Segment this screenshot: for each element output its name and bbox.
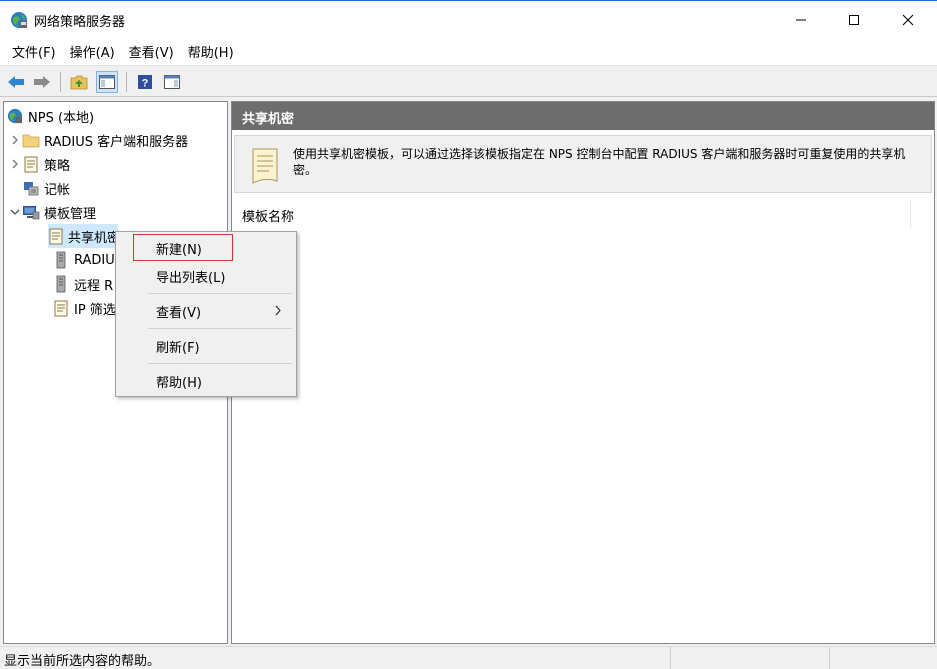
- context-menu-separator: [148, 293, 292, 294]
- chevron-down-icon[interactable]: [8, 205, 22, 219]
- tree-item-accounting[interactable]: 记帐: [22, 176, 70, 200]
- column-template-name[interactable]: 模板名称: [242, 206, 294, 225]
- description-text: 使用共享机密模板，可以通过选择该模板指定在 NPS 控制台中配置 RADIUS …: [293, 147, 906, 177]
- list-column-header[interactable]: 模板名称: [234, 198, 914, 228]
- close-button[interactable]: [885, 1, 931, 39]
- folder-up-icon: [70, 75, 88, 90]
- context-menu-separator: [148, 363, 292, 364]
- status-bar: 显示当前所选内容的帮助。: [0, 646, 937, 669]
- toolbar-separator: [126, 72, 127, 92]
- tree-item-label: NPS (本地): [28, 110, 95, 126]
- context-menu: 新建(N) 导出列表(L) 查看(V) 刷新(F) 帮助(H): [115, 231, 297, 397]
- back-arrow-icon: [8, 76, 24, 88]
- tree-item-label: 共享机密: [68, 230, 121, 246]
- shared-secret-icon: [48, 227, 64, 245]
- tree-item-policies[interactable]: 策略: [8, 152, 70, 176]
- tree-item-label: 远程 R: [74, 278, 114, 294]
- help-button[interactable]: ?: [134, 71, 156, 93]
- tree-item-label: 记帐: [44, 182, 71, 198]
- policy-icon: [22, 155, 40, 173]
- svg-text:?: ?: [142, 78, 149, 90]
- nps-globe-icon: [6, 107, 24, 125]
- status-divider: [670, 647, 671, 669]
- menu-action[interactable]: 操作(A): [64, 39, 121, 64]
- folder-icon: [22, 131, 40, 149]
- tree-item-nps-local[interactable]: NPS (本地): [6, 104, 94, 128]
- server-icon: [52, 251, 70, 269]
- tree-item-ip-filters[interactable]: IP 筛选: [52, 296, 116, 320]
- column-divider[interactable]: [910, 200, 911, 228]
- highlight-box: [133, 234, 233, 261]
- server-icon: [52, 275, 70, 293]
- console-tree-icon: [99, 75, 115, 89]
- up-level-button[interactable]: [68, 71, 90, 93]
- tree-item-label: RADIUS 客户端和服务器: [44, 134, 189, 150]
- template-management-icon: [22, 203, 40, 221]
- minimize-icon: [796, 19, 806, 21]
- toolbar: ?: [0, 67, 937, 97]
- help-icon: ?: [138, 75, 152, 90]
- status-text: 显示当前所选内容的帮助。: [4, 654, 161, 669]
- menu-help[interactable]: 帮助(H): [182, 39, 240, 64]
- description-panel: 使用共享机密模板，可以通过选择该模板指定在 NPS 控制台中配置 RADIUS …: [234, 135, 932, 193]
- tree-item-radius-servers[interactable]: RADIU: [52, 248, 115, 272]
- tree-item-remote-radius[interactable]: 远程 R: [52, 272, 113, 296]
- minimize-button[interactable]: [778, 1, 824, 39]
- tree-item-label: RADIU: [74, 252, 115, 268]
- tree-item-label: 模板管理: [44, 206, 97, 222]
- context-menu-separator: [148, 328, 292, 329]
- back-button[interactable]: [5, 71, 27, 93]
- context-menu-view[interactable]: 查看(V): [118, 297, 294, 325]
- title-bar: 网络策略服务器: [0, 0, 937, 38]
- show-hide-console-tree-button[interactable]: [96, 71, 118, 93]
- close-icon: [902, 14, 914, 26]
- maximize-button[interactable]: [831, 1, 877, 39]
- chevron-right-icon[interactable]: [8, 157, 22, 171]
- tree-item-label: IP 筛选: [74, 302, 116, 318]
- description-document-icon: [249, 147, 281, 185]
- chevron-right-icon[interactable]: [8, 133, 22, 147]
- menu-bar: 文件(F) 操作(A) 查看(V) 帮助(H): [0, 38, 937, 66]
- menu-view[interactable]: 查看(V): [123, 39, 180, 64]
- maximize-icon: [849, 15, 859, 25]
- forward-button[interactable]: [31, 71, 53, 93]
- window-title: 网络策略服务器: [34, 15, 126, 30]
- status-divider: [829, 647, 830, 669]
- show-hide-action-pane-button[interactable]: [161, 71, 183, 93]
- details-pane-title: 共享机密: [232, 102, 934, 130]
- details-pane: 共享机密 使用共享机密模板，可以通过选择该模板指定在 NPS 控制台中配置 RA…: [231, 101, 935, 644]
- context-menu-export-list[interactable]: 导出列表(L): [118, 262, 294, 290]
- toolbar-separator: [60, 72, 61, 92]
- tree-item-label: 策略: [44, 158, 71, 174]
- menu-file[interactable]: 文件(F): [6, 39, 62, 64]
- tree-item-template-management[interactable]: 模板管理: [8, 200, 96, 224]
- tree-item-radius-clients[interactable]: RADIUS 客户端和服务器: [8, 128, 188, 152]
- nps-app-icon: [10, 11, 28, 29]
- action-pane-icon: [164, 75, 180, 89]
- filter-icon: [52, 299, 70, 317]
- accounting-icon: [22, 179, 40, 197]
- context-menu-refresh[interactable]: 刷新(F): [118, 332, 294, 360]
- context-menu-help[interactable]: 帮助(H): [118, 367, 294, 395]
- tree-item-shared-secrets[interactable]: 共享机密: [48, 224, 121, 248]
- forward-arrow-icon: [34, 76, 50, 88]
- chevron-right-icon: [274, 305, 282, 320]
